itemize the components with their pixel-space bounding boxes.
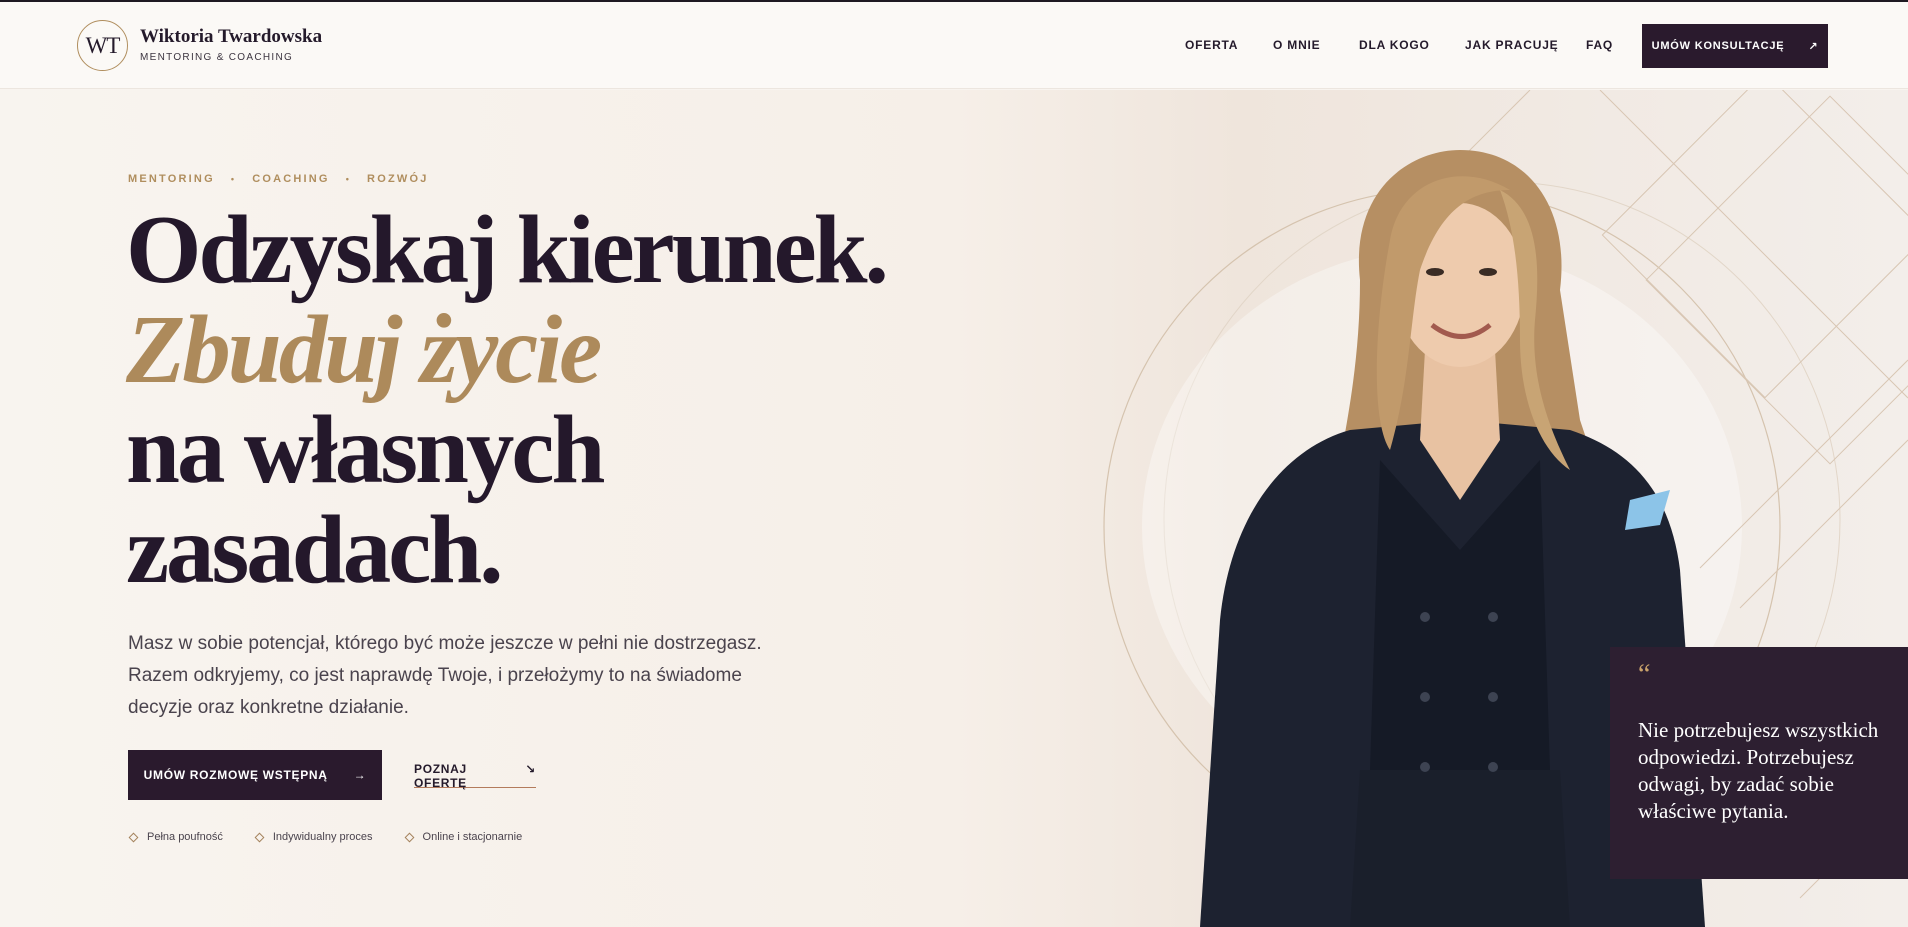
eyebrow-item-mentoring: MENTORING — [128, 173, 215, 185]
headline-line-4: zasadach. — [126, 496, 503, 603]
eyebrow-separator: • — [345, 174, 352, 184]
quote-text: Nie potrzebujesz wszystkich odpowiedzi. … — [1638, 718, 1879, 823]
feature-label: Pełna poufność — [147, 831, 223, 843]
nav-item-o-mnie[interactable]: O MNIE — [1273, 38, 1320, 52]
nav-item-oferta[interactable]: OFERTA — [1185, 38, 1238, 52]
eyebrow-item-coaching: COACHING — [252, 173, 330, 185]
hero-eyebrow: MENTORING • COACHING • ROZWÓJ — [128, 173, 429, 185]
logo-monogram[interactable]: WT — [77, 20, 128, 71]
hero-lead-text: Masz w sobie potencjał, którego być może… — [128, 633, 762, 718]
nav-item-dla-kogo[interactable]: DLA KOGO — [1359, 38, 1430, 52]
nav-item-jak-pracuje[interactable]: JAK PRACUJĘ — [1465, 38, 1559, 52]
site-header: WT Wiktoria Twardowska MENTORING & COACH… — [0, 2, 1908, 89]
book-consultation-label: UMÓW KONSULTACJĘ — [1651, 40, 1785, 52]
diamond-icon — [404, 832, 414, 842]
view-offer-label: POZNAJ OFERTĘ — [414, 762, 467, 790]
hero-headline: Odzyskaj kierunek. Zbuduj życie na własn… — [126, 196, 889, 603]
book-intro-call-button[interactable]: UMÓW ROZMOWĘ WSTĘPNĄ → — [128, 750, 382, 800]
diamond-icon — [128, 832, 139, 842]
feature-item: Indywidualny proces — [254, 831, 373, 843]
hero-section: MENTORING • COACHING • ROZWÓJ Odzyskaj k… — [0, 90, 1908, 927]
arrow-up-right-icon: ↗ — [1808, 40, 1819, 53]
eyebrow-separator: • — [230, 174, 237, 184]
arrow-right-icon: → — [353, 768, 367, 782]
quote-card: “ Nie potrzebujesz wszystkich odpowiedzi… — [1610, 647, 1908, 879]
diamond-icon — [254, 832, 265, 842]
feature-item: Online i stacjonarnie — [404, 831, 523, 843]
headline-line-2-accent: Zbuduj życie — [126, 296, 602, 403]
arrow-down-right-icon: ↘ — [525, 762, 536, 776]
quote-mark-icon: “ — [1638, 659, 1651, 690]
headline-line-1: Odzyskaj kierunek. — [126, 196, 889, 303]
brand-tagline: MENTORING & COACHING — [140, 52, 294, 63]
view-offer-link[interactable]: POZNAJ OFERTĘ ↘ — [414, 762, 536, 790]
feature-label: Indywidualny proces — [272, 831, 373, 843]
nav-item-faq[interactable]: FAQ — [1586, 38, 1613, 52]
feature-label: Online i stacjonarnie — [422, 831, 523, 843]
brand-name[interactable]: Wiktoria Twardowska — [140, 26, 322, 48]
feature-item: Pełna poufność — [128, 831, 223, 843]
feature-list: Pełna poufność Indywidualny proces Onlin… — [128, 831, 523, 843]
book-consultation-button[interactable]: UMÓW KONSULTACJĘ ↗ — [1642, 24, 1828, 68]
headline-line-3: na własnych — [126, 396, 605, 503]
book-intro-call-label: UMÓW ROZMOWĘ WSTĘPNĄ — [143, 768, 328, 782]
eyebrow-item-rozwoj: ROZWÓJ — [367, 173, 429, 185]
